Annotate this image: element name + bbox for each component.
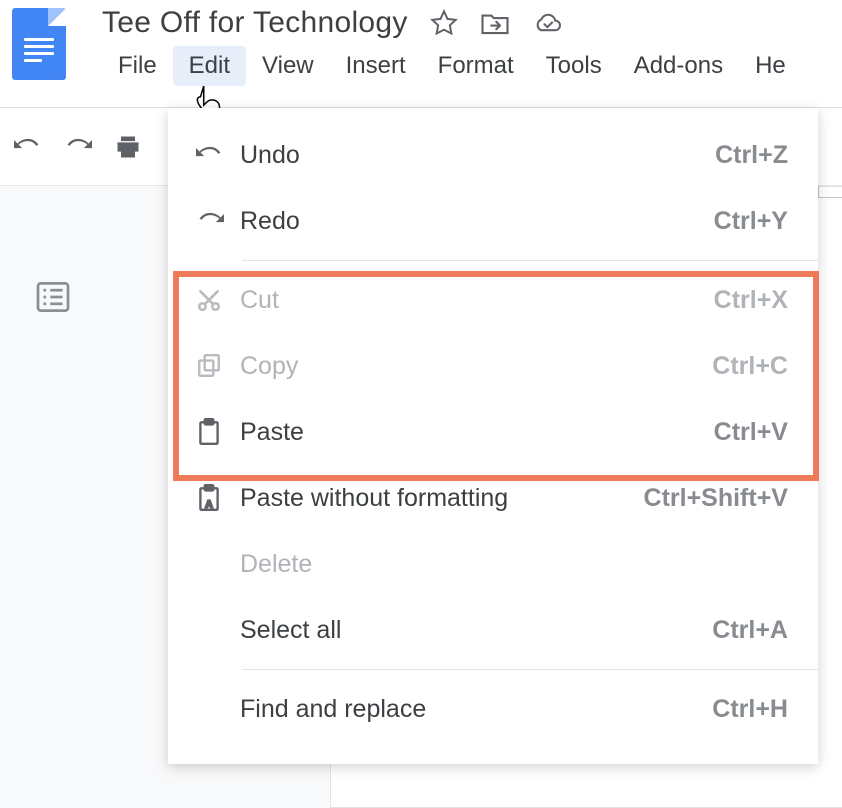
menu-item-label: Paste without formatting [240, 484, 644, 513]
menu-item-paste[interactable]: Paste Ctrl+V [168, 399, 818, 465]
document-title[interactable]: Tee Off for Technology [102, 6, 408, 40]
cloud-saved-icon[interactable] [532, 11, 564, 35]
menu-edit[interactable]: Edit [173, 46, 246, 86]
menu-item-label: Undo [240, 141, 715, 170]
menu-item-copy[interactable]: Copy Ctrl+C [168, 333, 818, 399]
cut-icon [196, 287, 240, 313]
edit-dropdown: Undo Ctrl+Z Redo Ctrl+Y Cut Ctrl+X Copy … [168, 108, 818, 764]
menu-item-shortcut: Ctrl+C [712, 352, 788, 381]
menu-tools[interactable]: Tools [530, 46, 618, 86]
menu-item-label: Copy [240, 352, 712, 381]
menu-item-undo[interactable]: Undo Ctrl+Z [168, 122, 818, 188]
menu-item-shortcut: Ctrl+Z [715, 141, 788, 170]
document-outline-icon[interactable] [36, 282, 70, 317]
menu-separator [242, 260, 818, 261]
menu-help[interactable]: He [739, 46, 802, 86]
menu-item-label: Paste [240, 418, 714, 447]
menu-file[interactable]: File [102, 46, 173, 86]
menu-item-shortcut: Ctrl+A [712, 616, 788, 645]
menu-separator [242, 669, 818, 670]
menu-item-shortcut: Ctrl+Shift+V [644, 484, 788, 513]
menu-item-cut[interactable]: Cut Ctrl+X [168, 267, 818, 333]
menu-insert[interactable]: Insert [330, 46, 422, 86]
svg-text:A: A [206, 500, 213, 511]
title-row: Tee Off for Technology [102, 6, 842, 40]
copy-icon [196, 353, 240, 379]
paste-icon [196, 418, 240, 446]
header: Tee Off for Technology File Edit View In… [0, 0, 842, 108]
menu-item-label: Redo [240, 207, 714, 236]
menu-item-select-all[interactable]: Select all Ctrl+A [168, 597, 818, 663]
undo-button[interactable] [14, 136, 42, 158]
star-icon[interactable] [430, 9, 458, 37]
menu-item-redo[interactable]: Redo Ctrl+Y [168, 188, 818, 254]
menu-item-shortcut: Ctrl+X [714, 286, 788, 315]
move-folder-icon[interactable] [480, 10, 510, 36]
menu-item-shortcut: Ctrl+Y [714, 207, 788, 236]
menu-item-label: Cut [240, 286, 714, 315]
undo-icon [196, 145, 240, 165]
menu-item-delete[interactable]: Delete [168, 531, 818, 597]
menu-item-label: Select all [240, 616, 712, 645]
redo-button[interactable] [64, 136, 92, 158]
menubar: File Edit View Insert Format Tools Add-o… [102, 46, 842, 86]
paste-no-format-icon: A [196, 484, 240, 512]
header-right: Tee Off for Technology File Edit View In… [102, 6, 842, 86]
docs-app-icon[interactable] [12, 8, 66, 80]
menu-item-find-replace[interactable]: Find and replace Ctrl+H [168, 676, 818, 742]
print-button[interactable] [114, 134, 142, 160]
ruler-fragment [818, 186, 842, 198]
menu-format[interactable]: Format [422, 46, 530, 86]
menu-item-label: Delete [240, 550, 788, 579]
menu-item-label: Find and replace [240, 695, 712, 724]
menu-addons[interactable]: Add-ons [618, 46, 739, 86]
menu-item-paste-no-format[interactable]: A Paste without formatting Ctrl+Shift+V [168, 465, 818, 531]
menu-item-shortcut: Ctrl+V [714, 418, 788, 447]
redo-icon [196, 211, 240, 231]
menu-item-shortcut: Ctrl+H [712, 695, 788, 724]
menu-view[interactable]: View [246, 46, 330, 86]
